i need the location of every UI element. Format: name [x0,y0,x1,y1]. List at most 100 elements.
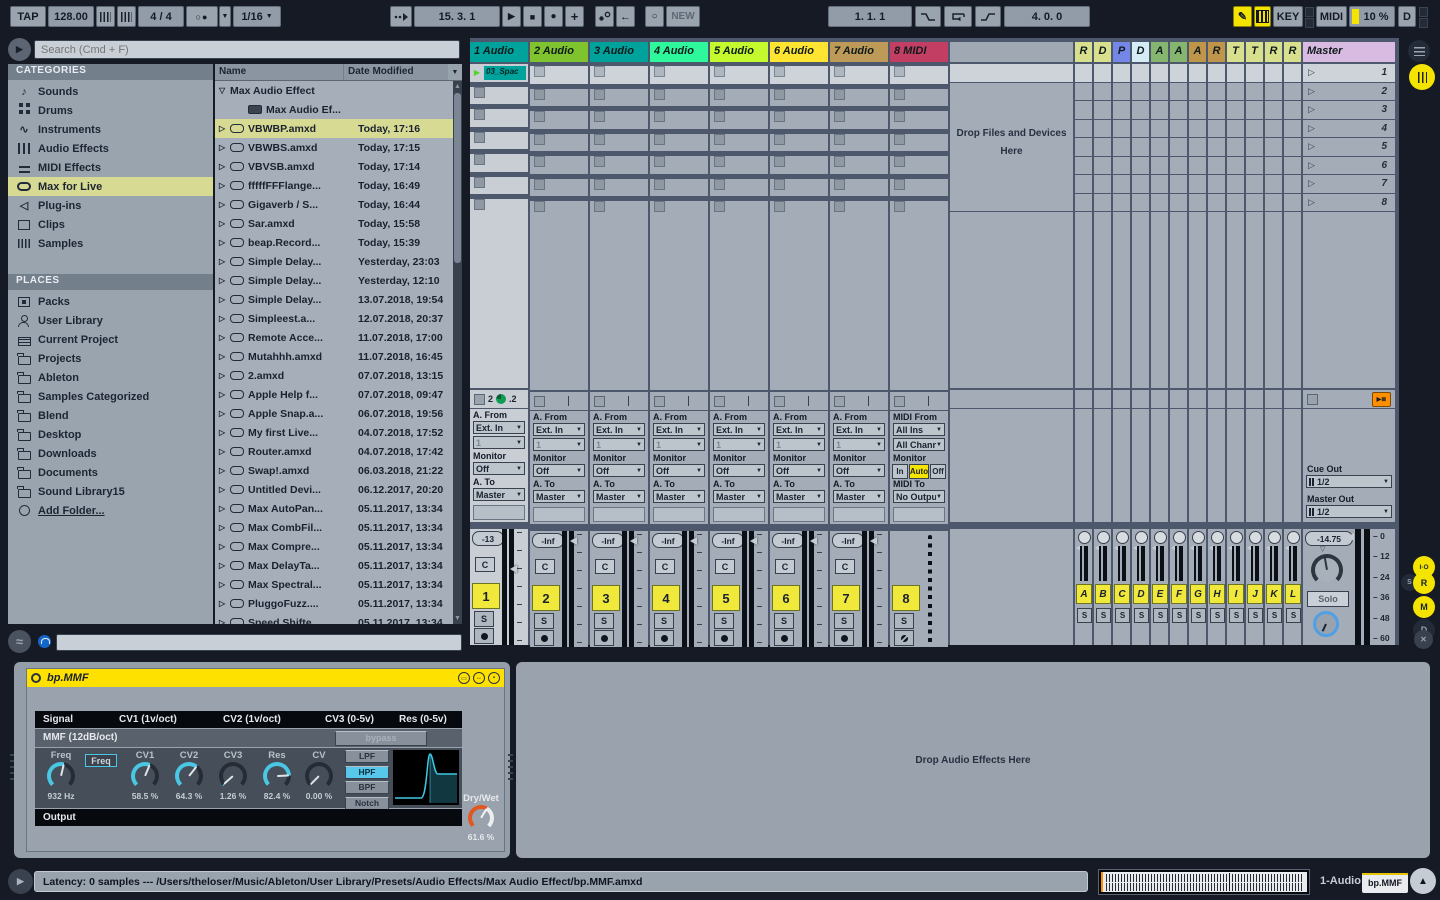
return-solo-button[interactable]: S [1077,608,1092,623]
input-type-chooser[interactable]: Ext. In▼ [473,421,525,434]
fader-handle[interactable] [510,565,517,573]
volume-display[interactable]: -Inf [832,533,864,548]
return-solo-button[interactable]: S [1286,608,1301,623]
pan-display[interactable]: C [715,559,735,574]
track-header[interactable]: 8 MIDI [890,42,948,62]
input-channel-chooser[interactable]: 1▼ [713,438,765,451]
arrangement-position-display[interactable]: 15. 3. 1 [414,6,500,27]
file-expander-icon[interactable]: ▷ [219,428,230,437]
volume-display[interactable]: -13 [472,531,504,546]
clip-slot[interactable] [830,179,888,198]
return-pan-knob[interactable] [1249,531,1262,544]
track-header[interactable]: 1 Audio [470,42,528,62]
clip-slot[interactable] [770,134,828,153]
file-row[interactable]: ▷Mutahhh.amxd11.07.2018, 16:45 [215,347,462,366]
return-solo-button[interactable]: S [1115,608,1130,623]
return-activator[interactable]: H [1209,584,1225,604]
file-row[interactable]: ▷Simple Delay...Yesterday, 12:10 [215,271,462,290]
clip-slot[interactable] [470,177,528,196]
clip-slot[interactable] [710,66,768,85]
clip-slot[interactable] [770,156,828,175]
arm-button[interactable] [654,630,674,646]
return-pan-knob[interactable] [1230,531,1243,544]
scene-row[interactable]: ▷7 [1303,175,1395,194]
file-row[interactable]: ▷My first Live...04.07.2018, 17:52 [215,423,462,442]
file-expander-icon[interactable]: ▷ [219,276,230,285]
midi-map-button[interactable]: MIDI [1316,6,1347,27]
clip-slot[interactable] [770,179,828,198]
clip-slot[interactable] [710,134,768,153]
arm-button[interactable] [774,630,794,646]
monitor-in-button[interactable]: In [892,464,908,479]
clip-slot[interactable] [590,179,648,198]
arm-button[interactable] [894,630,914,646]
drop-files-column[interactable]: Drop Files and DevicesHere [950,42,1073,647]
file-expander-icon[interactable]: ▷ [219,447,230,456]
device-title-bar[interactable]: bp.MMF ▭ ↔ ▪ [27,669,504,687]
return-track-header[interactable]: T [1246,42,1263,62]
return-activator[interactable]: I [1228,584,1244,604]
file-row[interactable]: ▷VBWBS.amxdToday, 17:15 [215,138,462,157]
return-pan-knob[interactable] [1116,531,1129,544]
clip-slot[interactable] [770,89,828,108]
fader-handle[interactable] [870,537,877,545]
input-type-chooser[interactable]: Ext. In▼ [713,423,765,436]
fader-handle[interactable] [630,537,637,545]
solo-button[interactable]: S [534,613,554,629]
return-solo-button[interactable]: S [1153,608,1168,623]
track-header[interactable]: 7 Audio [830,42,888,62]
device-save-icon[interactable]: ▪ [488,672,500,684]
pan-display[interactable]: C [535,559,555,574]
preview-headphone-icon[interactable] [38,635,51,648]
clip-slot[interactable] [530,89,588,108]
arm-button[interactable] [474,628,494,644]
monitor-chooser[interactable]: Off▼ [773,464,825,477]
monitor-chooser[interactable]: Off▼ [473,462,525,475]
metronome-button[interactable]: ○● [186,6,218,27]
file-row[interactable]: ▷beap.Record...Today, 15:39 [215,233,462,252]
file-expander-icon[interactable]: ▷ [219,599,230,608]
knob-dial[interactable] [131,762,159,790]
metronome-menu-arrow[interactable]: ▼ [219,6,231,27]
file-row[interactable]: ▷Sar.amxdToday, 15:58 [215,214,462,233]
input-type-chooser[interactable]: Ext. In▼ [593,423,645,436]
file-expander-icon[interactable]: ▷ [219,542,230,551]
scene-row[interactable]: ▷6 [1303,157,1395,176]
overdub-button[interactable]: + [565,6,584,27]
scene-play-icon[interactable]: ▷ [1308,178,1315,189]
volume-display[interactable]: -Inf [772,533,804,548]
input-type-chooser[interactable]: Ext. In▼ [773,423,825,436]
track-activator[interactable]: 4 [652,585,680,611]
file-row[interactable]: ▷VBWBP.amxdToday, 17:16 [215,119,462,138]
show-crossfader-toggle[interactable]: ✕ [1414,630,1433,649]
scene-play-icon[interactable]: ▷ [1308,104,1315,115]
clip-slot[interactable] [470,132,528,151]
master-fader-handle[interactable] [1347,533,1354,541]
output-type-chooser[interactable]: Master▼ [773,490,825,503]
knob-cv2[interactable]: CV264.3 % [167,750,211,801]
solo-button[interactable]: S [474,611,494,627]
file-expander-icon[interactable]: ▷ [219,390,230,399]
time-signature-display[interactable]: 4 / 4 [138,6,184,27]
arm-button[interactable] [714,630,734,646]
knob-dial[interactable] [175,762,203,790]
return-pan-knob[interactable] [1268,531,1281,544]
knob-cv[interactable]: CV0.00 % [297,750,341,801]
return-activator[interactable]: G [1190,584,1206,604]
clip-slot[interactable] [590,111,648,130]
return-track-header[interactable]: D [1132,42,1149,62]
solo-button[interactable]: S [894,613,914,629]
input-type-chooser[interactable]: Ext. In▼ [533,423,585,436]
return-activator[interactable]: E [1152,584,1168,604]
return-activator[interactable]: L [1285,584,1301,604]
device-tab[interactable]: bp.MMF [1362,873,1408,893]
cue-volume-knob[interactable] [1313,611,1339,637]
punch-in-button[interactable] [915,6,941,27]
file-expander-icon[interactable]: ▷ [219,409,230,418]
scroll-up-icon[interactable]: ▲ [453,83,462,90]
clip-stop-button[interactable] [894,396,905,407]
drop-audio-effects-zone[interactable]: Drop Audio Effects Here [516,662,1430,858]
pan-display[interactable]: C [655,559,675,574]
clip-slot[interactable] [590,156,648,175]
clip-slot[interactable] [650,111,708,130]
